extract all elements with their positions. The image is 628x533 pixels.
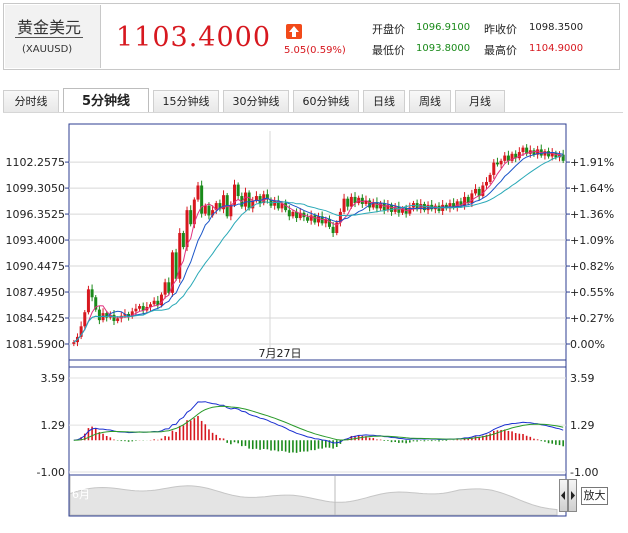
price-tick-label: 1093.4000	[6, 234, 66, 247]
candle-body	[488, 174, 492, 182]
price-tick-label: 1087.4950	[6, 286, 66, 299]
candle-body	[90, 289, 94, 298]
candle-body	[521, 147, 525, 153]
pct-tick-label: +0.55%	[570, 286, 614, 299]
month-label: 6月	[72, 488, 90, 501]
macd-tick-label: 3.59	[41, 372, 66, 385]
candle-body	[313, 215, 317, 223]
macd-tick-label: -1.00	[37, 466, 65, 479]
macd-tick-label: -1.00	[570, 466, 598, 479]
candle-body	[342, 198, 346, 212]
candle-body	[484, 181, 488, 186]
candle-body	[349, 196, 353, 207]
candle-body	[72, 342, 76, 344]
candle-body	[287, 210, 291, 217]
price-tick-label: 1102.2575	[6, 156, 66, 169]
macd-tick-label: 3.59	[570, 372, 595, 385]
candle-body	[291, 211, 295, 217]
candle-body	[474, 189, 478, 194]
price-tick-label: 1096.3525	[6, 208, 66, 221]
zoom-button[interactable]: 放大	[581, 487, 608, 505]
candle-body	[207, 205, 211, 216]
candle-body	[470, 193, 474, 204]
pct-tick-label: +0.82%	[570, 260, 614, 273]
candle-body	[346, 198, 350, 207]
price-tick-label: 1084.5425	[6, 312, 66, 325]
candle-body	[495, 162, 499, 165]
candle-body	[86, 289, 90, 313]
candle-body	[134, 308, 138, 312]
candles	[72, 144, 565, 347]
right-arrow-icon[interactable]	[568, 479, 577, 512]
left-arrow-icon[interactable]	[559, 479, 568, 512]
candle-body	[174, 252, 178, 279]
candle-body	[492, 162, 496, 175]
overview-area	[69, 485, 558, 516]
candle-body	[163, 282, 167, 295]
price-tick-label: 1081.5900	[6, 338, 66, 351]
pct-tick-label: +1.36%	[570, 208, 614, 221]
quote-page: 黄金美元 (XAUUSD) 1103.4000 5.05(0.59%) 开盘价 …	[0, 0, 628, 533]
candle-body	[83, 312, 87, 327]
candle-body	[229, 204, 233, 217]
macd-tick-label: 1.29	[570, 419, 595, 432]
pct-tick-label: +1.91%	[570, 156, 614, 169]
candle-body	[503, 155, 507, 161]
date-label: 7月27日	[259, 347, 302, 360]
candle-body	[236, 184, 240, 197]
candle-body	[97, 309, 101, 321]
candle-body	[317, 216, 320, 223]
dea-line	[73, 405, 564, 441]
candle-body	[331, 226, 335, 234]
candle-body	[152, 300, 156, 305]
candle-body	[247, 192, 251, 209]
candle-body	[306, 217, 310, 221]
candle-body	[243, 192, 247, 207]
candle-body	[258, 196, 262, 204]
price-tick-label: 1099.3050	[6, 182, 66, 195]
pct-tick-label: +1.09%	[570, 234, 614, 247]
candle-body	[112, 314, 116, 322]
month-label: 7月	[337, 488, 355, 501]
kline-chart: 1102.2575 +1.91% 1099.3050 +1.64% 1096.3525 +…	[6, 123, 614, 517]
candle-body	[426, 204, 430, 211]
macd-tick-label: 1.29	[41, 419, 66, 432]
pct-tick-label: 0.00%	[570, 338, 605, 351]
pct-tick-label: +1.64%	[570, 182, 614, 195]
candle-body	[116, 318, 120, 322]
candle-body	[189, 210, 193, 225]
candle-body	[181, 233, 185, 248]
candle-body	[185, 210, 189, 248]
candle-body	[138, 306, 142, 309]
candle-body	[499, 160, 503, 165]
candle-body	[196, 185, 200, 200]
candle-body	[463, 196, 467, 206]
price-tick-label: 1090.4475	[6, 260, 66, 273]
candle-body	[390, 204, 394, 212]
candle-body	[203, 205, 207, 214]
pct-tick-label: +0.27%	[570, 312, 614, 325]
